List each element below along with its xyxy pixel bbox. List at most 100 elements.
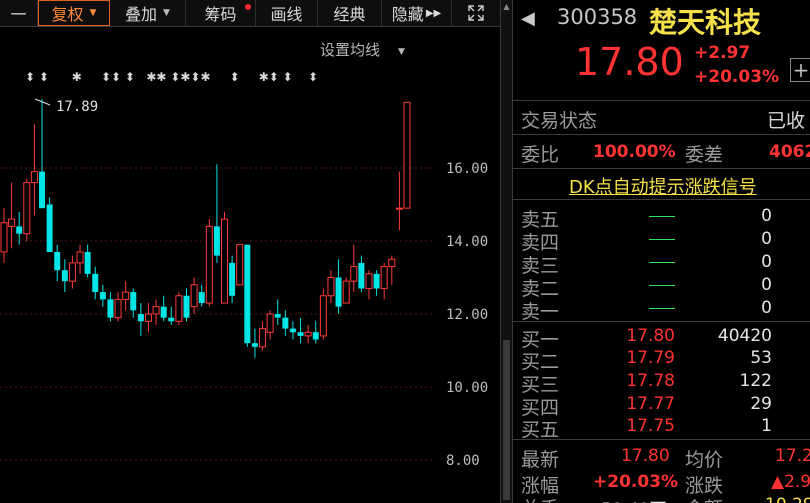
double-arrow-right-icon: ▶▶ bbox=[425, 7, 442, 19]
candle-down bbox=[373, 273, 380, 289]
candle-down bbox=[289, 328, 296, 333]
candle-down bbox=[107, 299, 114, 318]
candle-up bbox=[23, 182, 31, 235]
candle-down bbox=[46, 204, 53, 252]
candle-down bbox=[198, 292, 205, 304]
bid-volume: 29 bbox=[750, 394, 772, 414]
scroll-up-icon[interactable]: ▲ bbox=[502, 2, 511, 11]
candle-down bbox=[168, 317, 175, 322]
caret-down-icon: ▼ bbox=[398, 47, 405, 57]
empty-price-dash bbox=[649, 216, 675, 217]
candle-up bbox=[365, 273, 373, 289]
empty-price-dash bbox=[649, 285, 675, 286]
candle-down bbox=[251, 343, 258, 347]
total-value: 59.49万 bbox=[601, 495, 667, 503]
candle-down bbox=[297, 332, 304, 336]
candle-down bbox=[229, 262, 236, 296]
candle-up bbox=[350, 266, 358, 282]
candle-up bbox=[259, 328, 267, 348]
max-price-label: 17.89 bbox=[56, 99, 98, 115]
chart-toolbar: 一 复权 ▼ 叠加 ▼ 筹码 画线 经典 隐藏 ▶▶ bbox=[0, 0, 500, 27]
bid-label: 买五 bbox=[521, 419, 560, 441]
ask-label: 卖一 bbox=[521, 301, 560, 323]
candle-up bbox=[205, 225, 213, 304]
ask-row: 卖五 0 bbox=[513, 205, 810, 231]
divider bbox=[513, 168, 810, 169]
ask-row: 卖三 0 bbox=[513, 251, 810, 277]
candle-up bbox=[30, 171, 38, 184]
candle-down bbox=[84, 251, 91, 274]
candle-down bbox=[213, 226, 220, 256]
chip-button[interactable]: 筹码 bbox=[186, 0, 256, 26]
add-watchlist-button[interactable]: + bbox=[790, 58, 810, 82]
bid-price: 17.79 bbox=[626, 348, 675, 368]
candle-down bbox=[99, 292, 106, 300]
classic-button[interactable]: 经典 bbox=[318, 0, 382, 26]
divider bbox=[513, 199, 810, 200]
bid-volume: 1 bbox=[761, 416, 772, 436]
divider bbox=[513, 439, 810, 440]
overlay-label: 叠加 bbox=[125, 5, 158, 24]
price-tick-label: 8.00 bbox=[446, 453, 480, 469]
candle-down bbox=[244, 244, 251, 344]
last-price: 17.80 bbox=[575, 40, 684, 84]
ask-volume: 0 bbox=[761, 298, 772, 318]
bid-price: 17.75 bbox=[626, 416, 675, 436]
candle-down bbox=[61, 270, 68, 282]
fullscreen-button[interactable] bbox=[452, 0, 500, 26]
candle-up bbox=[152, 306, 160, 315]
candle-up bbox=[388, 258, 396, 268]
ask-volume: 0 bbox=[761, 252, 772, 272]
draw-line-button[interactable]: 画线 bbox=[256, 0, 318, 26]
weicha-value: 4062 bbox=[769, 142, 810, 162]
candle-up bbox=[144, 313, 152, 322]
status-label: 交易状态 bbox=[521, 110, 598, 132]
hide-label: 隐藏 bbox=[391, 5, 424, 24]
hide-button[interactable]: 隐藏 ▶▶ bbox=[382, 0, 452, 26]
vertical-scrollbar[interactable]: ▲ bbox=[500, 0, 513, 503]
signal-markers: ⬍ ⬍ ✱ ⬍⬍ ⬍ ✱✱ ⬍✱⬍✱ ⬍ ✱⬍ ⬍ ⬍ bbox=[25, 70, 318, 84]
candle-down bbox=[39, 171, 46, 209]
amount-label: 金额 bbox=[685, 494, 723, 503]
fullscreen-icon bbox=[468, 5, 484, 21]
period-button[interactable]: 一 bbox=[0, 0, 38, 26]
bid-volume: 122 bbox=[739, 371, 772, 391]
bid-volume: 53 bbox=[750, 348, 772, 368]
candle-up bbox=[236, 244, 244, 286]
back-arrow-icon[interactable]: ◀ bbox=[521, 8, 535, 29]
status-value: 已收 bbox=[767, 110, 806, 132]
draw-line-label: 画线 bbox=[270, 5, 303, 24]
bid-price: 17.80 bbox=[626, 326, 675, 346]
candle-down bbox=[358, 262, 365, 289]
candle-up bbox=[342, 280, 350, 304]
bid-price: 17.78 bbox=[626, 371, 675, 391]
dk-signal-link[interactable]: DK点自动提示涨跌信号 bbox=[569, 173, 757, 199]
bid-price: 17.77 bbox=[626, 394, 675, 414]
ask-volume: 0 bbox=[761, 275, 772, 295]
caret-down-icon: ▼ bbox=[163, 8, 170, 18]
kline-chart[interactable]: 设置均线 ▼ ⬍ ⬍ ✱ ⬍⬍ ⬍ ✱✱ ⬍✱⬍✱ ⬍ ✱⬍ ⬍ ⬍ 16.00… bbox=[0, 27, 500, 503]
max-price-marker: 17.89 bbox=[34, 98, 98, 115]
notification-dot-icon bbox=[245, 4, 251, 10]
price-change: +2.97 bbox=[694, 43, 751, 63]
ask-volume: 0 bbox=[761, 206, 772, 226]
candle-up bbox=[319, 295, 327, 337]
stock-name: 楚天科技 bbox=[649, 6, 762, 39]
candle-up bbox=[266, 313, 274, 333]
chip-label: 筹码 bbox=[204, 5, 237, 24]
chg-value: ▲2.9 bbox=[771, 472, 810, 492]
adjust-button[interactable]: 复权 ▼ bbox=[38, 0, 110, 26]
overlay-button[interactable]: 叠加 ▼ bbox=[110, 0, 186, 26]
candle-up bbox=[403, 101, 411, 209]
candle-up bbox=[304, 331, 312, 337]
empty-price-dash bbox=[649, 308, 675, 309]
empty-price-dash bbox=[649, 239, 675, 240]
period-label: 一 bbox=[10, 5, 27, 24]
bid-row: 买一 17.80 40420 bbox=[513, 325, 810, 351]
candle-up bbox=[190, 284, 198, 308]
ma-settings-button[interactable]: 设置均线 bbox=[320, 41, 380, 59]
candle-down bbox=[335, 277, 342, 307]
amount-value: 10.29 bbox=[765, 495, 810, 503]
candle-down bbox=[312, 332, 319, 340]
scroll-thumb[interactable] bbox=[503, 340, 510, 500]
